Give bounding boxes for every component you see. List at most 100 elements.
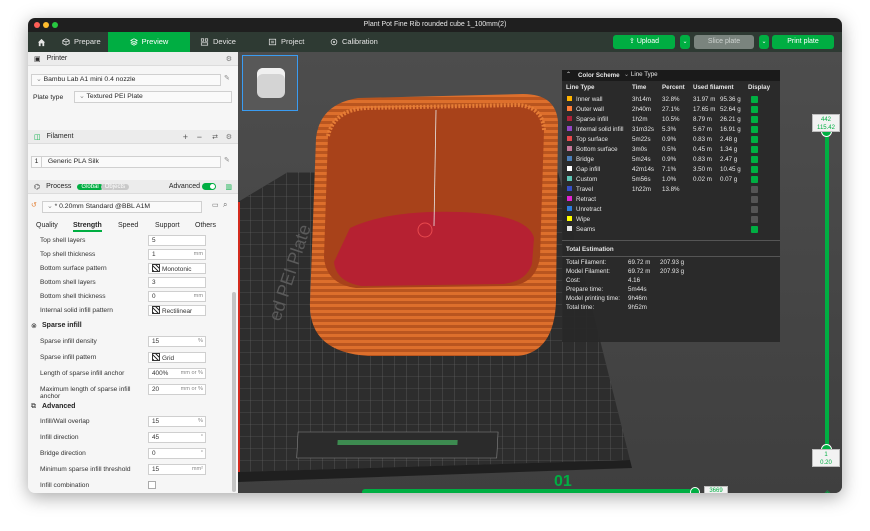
filament-edit-icon[interactable]: ✎ xyxy=(224,156,230,164)
remove-filament-button[interactable]: − xyxy=(197,132,202,142)
save-preset-icon[interactable]: ▭ xyxy=(212,201,219,209)
display-checkbox[interactable] xyxy=(751,226,758,233)
advanced-label: Advanced xyxy=(168,183,200,190)
setting-unit: ° xyxy=(200,450,203,456)
display-checkbox[interactable] xyxy=(751,116,758,123)
legend-row[interactable]: Outer wall 2h40m 27.1% 17.65 m 52.64 g xyxy=(562,105,780,115)
filament-sync-icon[interactable]: ⇄ xyxy=(212,133,218,141)
setting-value-field[interactable]: 0 mm xyxy=(148,291,206,302)
display-checkbox[interactable] xyxy=(751,146,758,153)
line-type-select[interactable]: ⌄ Line Type xyxy=(624,71,694,80)
header-used-filament: Used filament xyxy=(693,84,734,91)
printer-edit-icon[interactable]: ✎ xyxy=(224,74,230,82)
printer-settings-icon[interactable]: ⚙ xyxy=(226,55,232,63)
tab-speed[interactable]: Speed xyxy=(118,222,138,229)
setting-value-field[interactable]: Grid xyxy=(148,352,206,363)
display-checkbox[interactable] xyxy=(751,186,758,193)
objects-toggle[interactable]: Objects xyxy=(100,183,130,190)
reset-icon[interactable]: ↺ xyxy=(31,201,37,209)
setting-value-field[interactable]: 15 mm² xyxy=(148,464,206,475)
display-checkbox[interactable] xyxy=(751,166,758,173)
setting-value-field[interactable]: 0 ° xyxy=(148,448,206,459)
legend-row[interactable]: Gap infill 42m14s 7.1% 3.50 m 10.45 g xyxy=(562,165,780,175)
display-checkbox[interactable] xyxy=(751,176,758,183)
setting-value-field[interactable]: Monotonic xyxy=(148,263,206,274)
display-checkbox[interactable] xyxy=(751,156,758,163)
tab-strength[interactable]: Strength xyxy=(73,222,102,232)
tab-quality[interactable]: Quality xyxy=(36,222,58,229)
legend-row[interactable]: Inner wall 3h14m 32.8% 31.97 m 95.36 g xyxy=(562,95,780,105)
display-checkbox[interactable] xyxy=(751,126,758,133)
legend-row[interactable]: Bottom surface 3m0s 0.5% 0.45 m 1.34 g xyxy=(562,145,780,155)
setting-value-field[interactable]: 400% mm or % xyxy=(148,368,206,379)
setting-value-field[interactable]: 20 mm or % xyxy=(148,384,206,395)
move-handle[interactable] xyxy=(690,487,700,493)
legend-row[interactable]: Sparse infill 1h2m 10.5% 8.79 m 26.21 g xyxy=(562,115,780,125)
advanced-switch[interactable] xyxy=(202,183,216,190)
setting-value-field[interactable]: 15% xyxy=(148,416,206,427)
legend-row[interactable]: Top surface 5m22s 0.9% 0.83 m 2.48 g xyxy=(562,135,780,145)
plate-thumbnail[interactable] xyxy=(242,55,298,111)
slice-plate-button[interactable]: Slice plate xyxy=(694,35,754,49)
legend-grams: 1.34 g xyxy=(720,146,738,153)
search-icon[interactable]: ⌕ xyxy=(223,200,227,210)
setting-value-field[interactable]: 5 xyxy=(148,235,206,246)
display-checkbox[interactable] xyxy=(751,136,758,143)
print-dropdown-button[interactable]: ⌄ xyxy=(759,35,769,49)
home-button[interactable] xyxy=(32,32,50,52)
layer-top-value: 442 xyxy=(820,117,831,123)
add-filament-button[interactable]: + xyxy=(183,132,188,142)
legend-row[interactable]: Bridge 5m24s 0.9% 0.83 m 2.47 g xyxy=(562,155,780,165)
setting-checkbox[interactable] xyxy=(148,481,156,489)
printer-model-select[interactable]: ⌄ Bambu Lab A1 mini 0.4 nozzle xyxy=(31,74,221,86)
setting-value-field[interactable]: 1 mm xyxy=(148,249,206,260)
display-checkbox[interactable] xyxy=(751,216,758,223)
display-checkbox[interactable] xyxy=(751,206,758,213)
setting-value-field[interactable]: Rectilinear xyxy=(148,305,206,316)
compare-icon[interactable]: ▥ xyxy=(225,183,232,191)
upload-dropdown-button[interactable]: ⌄ xyxy=(680,35,690,49)
tab-device[interactable]: Device xyxy=(200,32,236,52)
main-toolbar: Prepare Preview Device Project Calibrati… xyxy=(28,32,842,52)
settings-sidebar: ▣ Printer ⚙ ⌄ Bambu Lab A1 mini 0.4 nozz… xyxy=(28,52,238,493)
layer-slider[interactable] xyxy=(820,122,834,462)
setting-value-field[interactable]: 45 ° xyxy=(148,432,206,443)
zoom-window-button[interactable] xyxy=(52,22,58,28)
display-checkbox[interactable] xyxy=(751,96,758,103)
display-checkbox[interactable] xyxy=(751,196,758,203)
legend-row[interactable]: Retract xyxy=(562,195,780,205)
legend-row[interactable]: Travel 1h22m 13.8% xyxy=(562,185,780,195)
legend-row[interactable]: Unretract xyxy=(562,205,780,215)
filament-slot[interactable]: 1 Generic PLA Silk xyxy=(31,156,221,168)
tab-others[interactable]: Others xyxy=(195,222,216,229)
legend-row[interactable]: Wipe xyxy=(562,215,780,225)
sidebar-scrollbar[interactable] xyxy=(232,292,236,492)
legend-row[interactable]: Seams xyxy=(562,225,780,235)
setting-value-field[interactable]: 15% xyxy=(148,336,206,347)
layers-toggle-icon[interactable]: ◈ xyxy=(824,488,831,493)
legend-row[interactable]: Custom 5m56s 1.0% 0.02 m 0.07 g xyxy=(562,175,780,185)
upload-button[interactable]: ⇪ Upload xyxy=(613,35,675,49)
collapse-icon[interactable]: ⌃ xyxy=(566,71,571,78)
print-plate-button[interactable]: Print plate xyxy=(772,35,834,49)
tab-calibration[interactable]: Calibration xyxy=(330,32,378,52)
tab-support[interactable]: Support xyxy=(155,222,180,229)
setting-unit: mm² xyxy=(191,466,203,472)
chevron-down-icon: ⌄ xyxy=(682,39,688,45)
filament-settings-icon[interactable]: ⚙ xyxy=(226,133,232,141)
close-window-button[interactable] xyxy=(34,22,40,28)
plate-type-select[interactable]: ⌄ Textured PEI Plate xyxy=(74,91,232,103)
display-checkbox[interactable] xyxy=(751,106,758,113)
setting-row: Infill/Wall overlap 15% xyxy=(28,416,233,432)
global-toggle[interactable]: Global xyxy=(77,183,103,190)
process-preset-select[interactable]: ⌄ * 0.20mm Standard @BBL A1M xyxy=(42,201,202,213)
legend-percent: 10.5% xyxy=(662,116,680,123)
setting-label: Bottom surface pattern xyxy=(40,265,107,272)
tab-prepare[interactable]: Prepare xyxy=(62,32,101,52)
minimize-window-button[interactable] xyxy=(43,22,49,28)
tab-project[interactable]: Project xyxy=(268,32,304,52)
tab-preview[interactable]: Preview xyxy=(108,32,190,52)
legend-row[interactable]: Internal solid infill 31m32s 5.3% 5.67 m 16.… xyxy=(562,125,780,135)
move-slider[interactable] xyxy=(362,489,692,493)
setting-value-field[interactable]: 3 xyxy=(148,277,206,288)
